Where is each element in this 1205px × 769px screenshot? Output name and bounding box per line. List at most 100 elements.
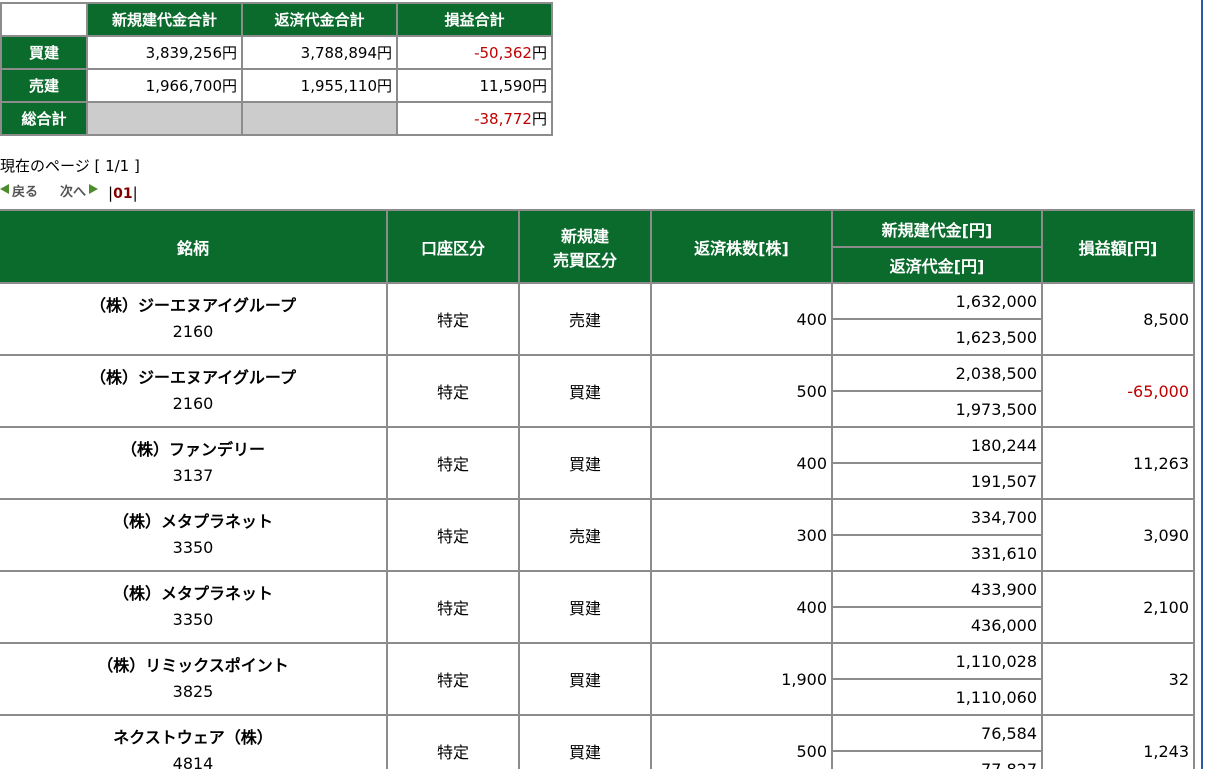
- stock-name: （株）ジーエヌアイグループ: [90, 368, 296, 387]
- summary-row-label: 買建: [2, 37, 86, 68]
- settle-qty: 1,900: [652, 644, 831, 714]
- summary-new-total: 1,966,700円: [88, 70, 241, 101]
- summary-row-label: 総合計: [2, 103, 86, 134]
- table-row: （株）メタプラネット 3350 特定 売建 300 334,700 3,090: [0, 500, 1193, 570]
- header-account: 口座区分: [388, 211, 518, 282]
- stock-name-cell: （株）ジーエヌアイグループ 2160: [0, 356, 386, 426]
- account-type: 特定: [388, 284, 518, 354]
- page-number-link[interactable]: 01: [113, 186, 132, 202]
- summary-pl-unit: 円: [531, 44, 547, 62]
- stock-code: 4814: [172, 754, 214, 769]
- table-row: （株）リミックスポイント 3825 特定 買建 1,900 1,110,028 …: [0, 644, 1193, 714]
- summary-pl-value: -38,772: [474, 110, 532, 128]
- account-type: 特定: [388, 500, 518, 570]
- summary-row-grand-total: 総合計 -38,772円: [2, 103, 551, 134]
- summary-pl-total: -50,362円: [398, 37, 551, 68]
- stock-name-cell: （株）リミックスポイント 3825: [0, 644, 386, 714]
- new-amount: 180,244: [833, 428, 1041, 462]
- summary-header-new-total: 新規建代金合計: [88, 4, 241, 35]
- stock-code: 3137: [172, 466, 214, 485]
- summary-header-row: 新規建代金合計 返済代金合計 損益合計: [2, 4, 551, 35]
- table-row: （株）ジーエヌアイグループ 2160 特定 売建 400 1,632,000 8…: [0, 284, 1193, 354]
- pl-amount: 11,263: [1043, 428, 1193, 498]
- stock-code: 3350: [172, 610, 214, 629]
- new-amount: 1,110,028: [833, 644, 1041, 678]
- pl-amount: -65,000: [1043, 356, 1193, 426]
- table-row: （株）ファンデリー 3137 特定 買建 400 180,244 11,263: [0, 428, 1193, 498]
- trade-side: 買建: [520, 428, 650, 498]
- settle-qty: 400: [652, 428, 831, 498]
- header-new-amount: 新規建代金[円]: [833, 211, 1041, 246]
- pager-separator: |: [132, 184, 138, 202]
- summary-row-label: 売建: [2, 70, 86, 101]
- account-type: 特定: [388, 428, 518, 498]
- summary-new-total-empty: [88, 103, 241, 134]
- trade-side: 売建: [520, 284, 650, 354]
- stock-code: 3825: [172, 682, 214, 701]
- summary-new-total: 3,839,256円: [88, 37, 241, 68]
- header-pl: 損益額[円]: [1043, 211, 1193, 282]
- stock-name: ネクストウェア（株）: [113, 728, 273, 747]
- trade-side: 買建: [520, 356, 650, 426]
- table-header-row: 銘柄 口座区分 新規建 売買区分 返済株数[株] 新規建代金[円] 損益額[円]: [0, 211, 1193, 282]
- account-type: 特定: [388, 716, 518, 769]
- summary-header-settle-total: 返済代金合計: [243, 4, 396, 35]
- settle-amount: 331,610: [833, 536, 1041, 570]
- account-type: 特定: [388, 572, 518, 642]
- summary-settle-total-empty: [243, 103, 396, 134]
- stock-name: （株）メタプラネット: [112, 584, 273, 603]
- header-side-line2: 売買区分: [552, 250, 617, 270]
- next-link[interactable]: 次へ: [60, 181, 99, 200]
- stock-code: 2160: [172, 394, 214, 413]
- summary-settle-total: 1,955,110円: [243, 70, 396, 101]
- page-info: 現在のページ [ 1/1 ]: [0, 157, 140, 175]
- new-amount: 433,900: [833, 572, 1041, 606]
- right-border-rule: [1201, 0, 1203, 769]
- settle-qty: 300: [652, 500, 831, 570]
- trade-side: 買建: [520, 716, 650, 769]
- stock-name: （株）ジーエヌアイグループ: [90, 296, 296, 315]
- table-row: （株）ジーエヌアイグループ 2160 特定 買建 500 2,038,500 -…: [0, 356, 1193, 426]
- header-side-line1: 新規建: [560, 226, 609, 246]
- header-side: 新規建 売買区分: [520, 211, 650, 282]
- summary-pl-unit: 円: [531, 110, 547, 128]
- summary-pl-total: -38,772円: [398, 103, 551, 134]
- new-amount: 1,632,000: [833, 284, 1041, 318]
- header-qty: 返済株数[株]: [652, 211, 831, 282]
- header-settle-amount: 返済代金[円]: [833, 248, 1041, 282]
- arrow-left-icon: [0, 183, 9, 194]
- stock-name-cell: （株）ジーエヌアイグループ 2160: [0, 284, 386, 354]
- summary-pl-unit: 円: [531, 77, 547, 95]
- pl-amount: 1,243: [1043, 716, 1193, 769]
- settle-amount: 1,623,500: [833, 320, 1041, 354]
- account-type: 特定: [388, 644, 518, 714]
- back-label: 戻る: [12, 185, 39, 200]
- settle-amount: 436,000: [833, 608, 1041, 642]
- stock-name: （株）メタプラネット: [112, 512, 273, 531]
- settle-amount: 1,973,500: [833, 392, 1041, 426]
- table-row: （株）メタプラネット 3350 特定 買建 400 433,900 2,100: [0, 572, 1193, 642]
- trade-side: 買建: [520, 644, 650, 714]
- summary-pl-value: 11,590: [479, 77, 532, 95]
- arrow-right-icon: [89, 183, 99, 194]
- stock-name-cell: （株）メタプラネット 3350: [0, 500, 386, 570]
- positions-table: 銘柄 口座区分 新規建 売買区分 返済株数[株] 新規建代金[円] 損益額[円]…: [0, 209, 1195, 769]
- settle-amount: 77,827: [833, 752, 1041, 769]
- back-link[interactable]: 戻る: [0, 181, 38, 200]
- stock-code: 3350: [172, 538, 214, 557]
- settle-qty: 400: [652, 572, 831, 642]
- settle-qty: 400: [652, 284, 831, 354]
- settle-qty: 500: [652, 356, 831, 426]
- pl-amount: 2,100: [1043, 572, 1193, 642]
- stock-code: 2160: [172, 322, 214, 341]
- settle-qty: 500: [652, 716, 831, 769]
- settle-amount: 191,507: [833, 464, 1041, 498]
- account-type: 特定: [388, 356, 518, 426]
- next-label: 次へ: [60, 185, 87, 200]
- trade-side: 買建: [520, 572, 650, 642]
- pl-amount: 8,500: [1043, 284, 1193, 354]
- summary-row-buy: 買建 3,839,256円 3,788,894円 -50,362円: [2, 37, 551, 68]
- summary-row-sell: 売建 1,966,700円 1,955,110円 11,590円: [2, 70, 551, 101]
- settle-amount: 1,110,060: [833, 680, 1041, 714]
- stock-name: （株）ファンデリー: [120, 440, 265, 459]
